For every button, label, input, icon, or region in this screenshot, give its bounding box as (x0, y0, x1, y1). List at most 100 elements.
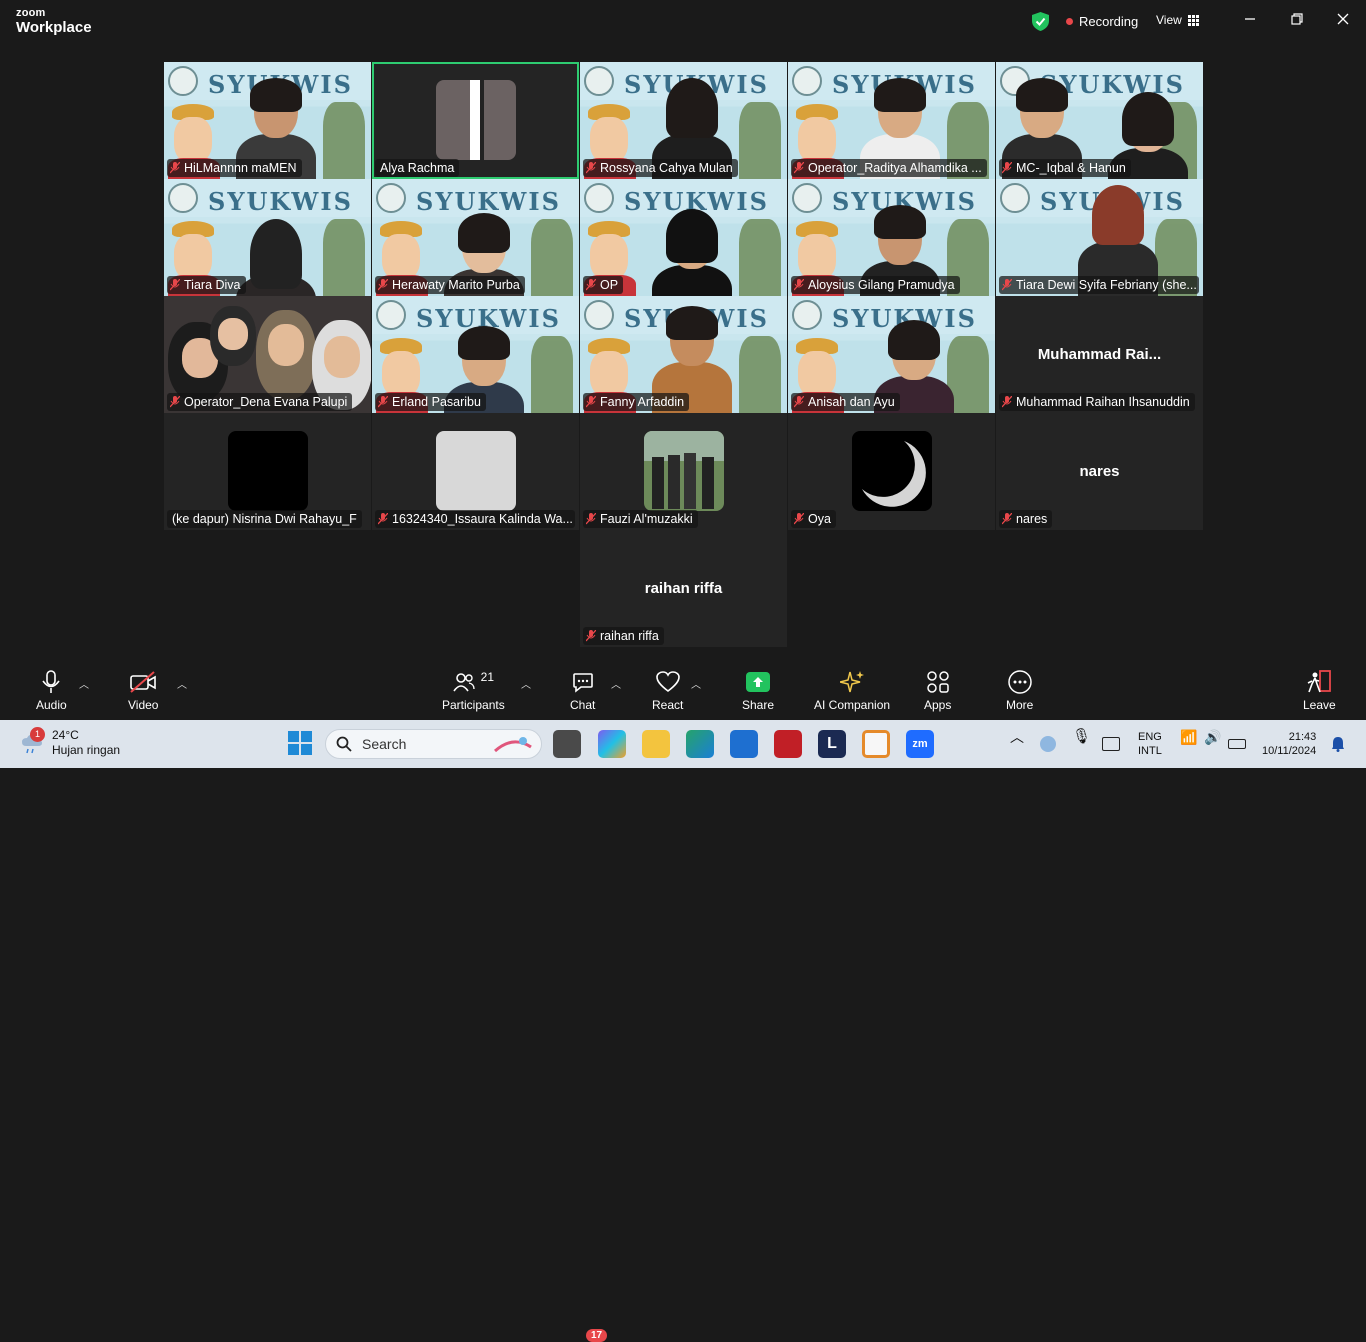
participant-tile[interactable]: (ke dapur) Nisrina Dwi Rahayu_F (164, 413, 371, 530)
participant-tile[interactable]: 16324340_Issaura Kalinda Wa... (372, 413, 579, 530)
participant-tile[interactable]: SYUKWIS Anisah dan Ayu (788, 296, 995, 413)
video-off-icon (130, 671, 157, 693)
participant-tile[interactable]: SYUKWIS Aloysius Gilang Pramudya (788, 179, 995, 296)
chat-button[interactable]: Chat (570, 668, 595, 712)
l-app-icon[interactable]: L (818, 730, 846, 758)
participants-label: Participants (442, 698, 505, 712)
mic-muted-icon (378, 513, 388, 525)
more-button[interactable]: More (1006, 668, 1033, 712)
share-label: Share (742, 698, 775, 712)
participant-name-tag: Tiara Diva (167, 276, 246, 294)
onedrive-icon[interactable] (1040, 736, 1056, 752)
audio-button[interactable]: Audio (36, 668, 67, 712)
participant-name-tag: raihan riffa (583, 627, 664, 645)
taskbar-search-box[interactable]: Search (325, 729, 542, 759)
video-gallery: SYUKWIS HiLMannnn maMEN Alya Rachma SYUK… (0, 0, 1366, 660)
system-clock[interactable]: 21:43 10/11/2024 (1262, 730, 1316, 758)
video-options-caret-icon[interactable]: ︿ (177, 676, 187, 691)
seal-logo-icon (168, 183, 198, 213)
leave-button[interactable]: Leave (1303, 668, 1336, 712)
mic-muted-icon (170, 279, 180, 291)
seal-logo-icon (1000, 183, 1030, 213)
participant-tile[interactable]: Operator_Dena Evana Palupi (164, 296, 371, 413)
mic-muted-icon (586, 630, 596, 642)
participant-tile[interactable]: SYUKWIS Erland Pasaribu (372, 296, 579, 413)
participant-tile[interactable]: SYUKWIS Fanny Arfaddin (580, 296, 787, 413)
task-view-icon[interactable] (553, 730, 581, 758)
mic-muted-icon (586, 513, 596, 525)
video-button[interactable]: Video (128, 668, 158, 712)
participant-tile[interactable]: Oya (788, 413, 995, 530)
zoom-taskbar-icon[interactable]: zm (906, 730, 934, 758)
react-label: React (652, 698, 684, 712)
participant-tile[interactable]: raihan riffa raihan riffa (580, 530, 787, 647)
battery-icon[interactable] (1228, 739, 1246, 749)
participant-tile[interactable]: Fauzi Al'muzakki (580, 413, 787, 530)
notification-bell-icon[interactable] (1331, 736, 1345, 752)
participant-tile[interactable]: SYUKWIS Tiara Diva (164, 179, 371, 296)
participant-tile[interactable]: SYUKWIS OP (580, 179, 787, 296)
input-language-indicator[interactable]: ENG INTL (1138, 730, 1162, 758)
seal-logo-icon (792, 183, 822, 213)
participant-name-tag: Alya Rachma (375, 159, 460, 177)
share-button[interactable]: Share (742, 668, 774, 712)
apps-button[interactable]: Apps (924, 668, 951, 712)
participant-display-name: nares (1079, 463, 1120, 480)
participant-name-tag: Muhammad Raihan Ihsanuddin (999, 393, 1195, 411)
participants-button[interactable]: 21 Participants (442, 668, 505, 712)
keyboard-icon[interactable] (1102, 737, 1120, 751)
vpn-app-icon[interactable] (862, 730, 890, 758)
volume-icon[interactable]: 🔊 (1204, 730, 1221, 744)
participant-tile[interactable]: SYUKWIS HiLMannnn maMEN (164, 62, 371, 179)
windows-taskbar: 24°C Hujan ringan 1 Search L zm ︿ 🎙 ENG … (0, 720, 1366, 768)
video-label: Video (128, 698, 159, 712)
search-highlight-icon (494, 737, 532, 753)
banner-text: SYUKWIS (416, 187, 561, 216)
show-hidden-icons-chevron-icon[interactable]: ︿ (1010, 730, 1024, 744)
participant-display-name: Muhammad Rai... (1037, 346, 1162, 363)
participant-name-tag: MC-_Iqbal & Hanun (999, 159, 1131, 177)
audio-options-caret-icon[interactable]: ︿ (79, 676, 89, 691)
leave-label: Leave (1303, 698, 1336, 712)
participant-tile[interactable]: SYUKWIS Rossyana Cahya Mulan (580, 62, 787, 179)
microphone-tray-icon[interactable]: 🎙 (1072, 729, 1091, 744)
participant-tile[interactable]: SYUKWIS Operator_Raditya Alhamdika ... (788, 62, 995, 179)
participant-name-tag: nares (999, 510, 1053, 528)
share-screen-icon (746, 672, 771, 692)
seal-logo-icon (584, 183, 614, 213)
edge-browser-icon[interactable] (686, 730, 714, 758)
participant-tile[interactable]: SYUKWIS Tiara Dewi Syifa Febriany (she..… (996, 179, 1203, 296)
ai-companion-button[interactable]: AI Companion (814, 668, 890, 712)
react-options-caret-icon[interactable]: ︿ (691, 676, 701, 691)
wifi-icon[interactable]: 📶 (1180, 730, 1197, 744)
participant-name-tag: 16324340_Issaura Kalinda Wa... (375, 510, 575, 528)
weather-temperature: 24°C (52, 728, 79, 742)
participant-tile[interactable]: nares nares (996, 413, 1203, 530)
meeting-toolbar: Audio ︿ Video ︿ 21 Participants ︿ Chat 1… (0, 660, 1366, 1342)
participant-tile[interactable]: SYUKWIS Herawaty Marito Purba (372, 179, 579, 296)
react-button[interactable]: React (652, 668, 683, 712)
participant-name-tag: Operator_Dena Evana Palupi (167, 393, 353, 411)
mic-muted-icon (1002, 396, 1012, 408)
microsoft-store-icon[interactable] (730, 730, 758, 758)
search-icon (336, 736, 352, 752)
participant-name-tag: HiLMannnn maMEN (167, 159, 302, 177)
mcafee-icon[interactable] (774, 730, 802, 758)
mic-muted-icon (794, 513, 804, 525)
apps-label: Apps (924, 698, 952, 712)
participant-tile[interactable]: Muhammad Rai... Muhammad Raihan Ihsanudd… (996, 296, 1203, 413)
participant-tile-active-speaker[interactable]: Alya Rachma (372, 62, 579, 179)
participants-options-caret-icon[interactable]: ︿ (521, 676, 531, 691)
windows-start-icon[interactable] (287, 730, 315, 758)
participant-tile[interactable]: SYUKWIS MC-_Iqbal & Hanun (996, 62, 1203, 179)
seal-logo-icon (376, 183, 406, 213)
sparkle-icon (840, 671, 865, 693)
participant-name-tag: Anisah dan Ayu (791, 393, 900, 411)
copilot-icon[interactable] (598, 730, 626, 758)
file-explorer-icon[interactable] (642, 730, 670, 758)
chat-options-caret-icon[interactable]: ︿ (611, 676, 621, 691)
mic-muted-icon (794, 396, 804, 408)
apps-icon (926, 671, 949, 693)
participant-name-tag: Operator_Raditya Alhamdika ... (791, 159, 987, 177)
weather-notification-badge: 1 (30, 727, 45, 742)
